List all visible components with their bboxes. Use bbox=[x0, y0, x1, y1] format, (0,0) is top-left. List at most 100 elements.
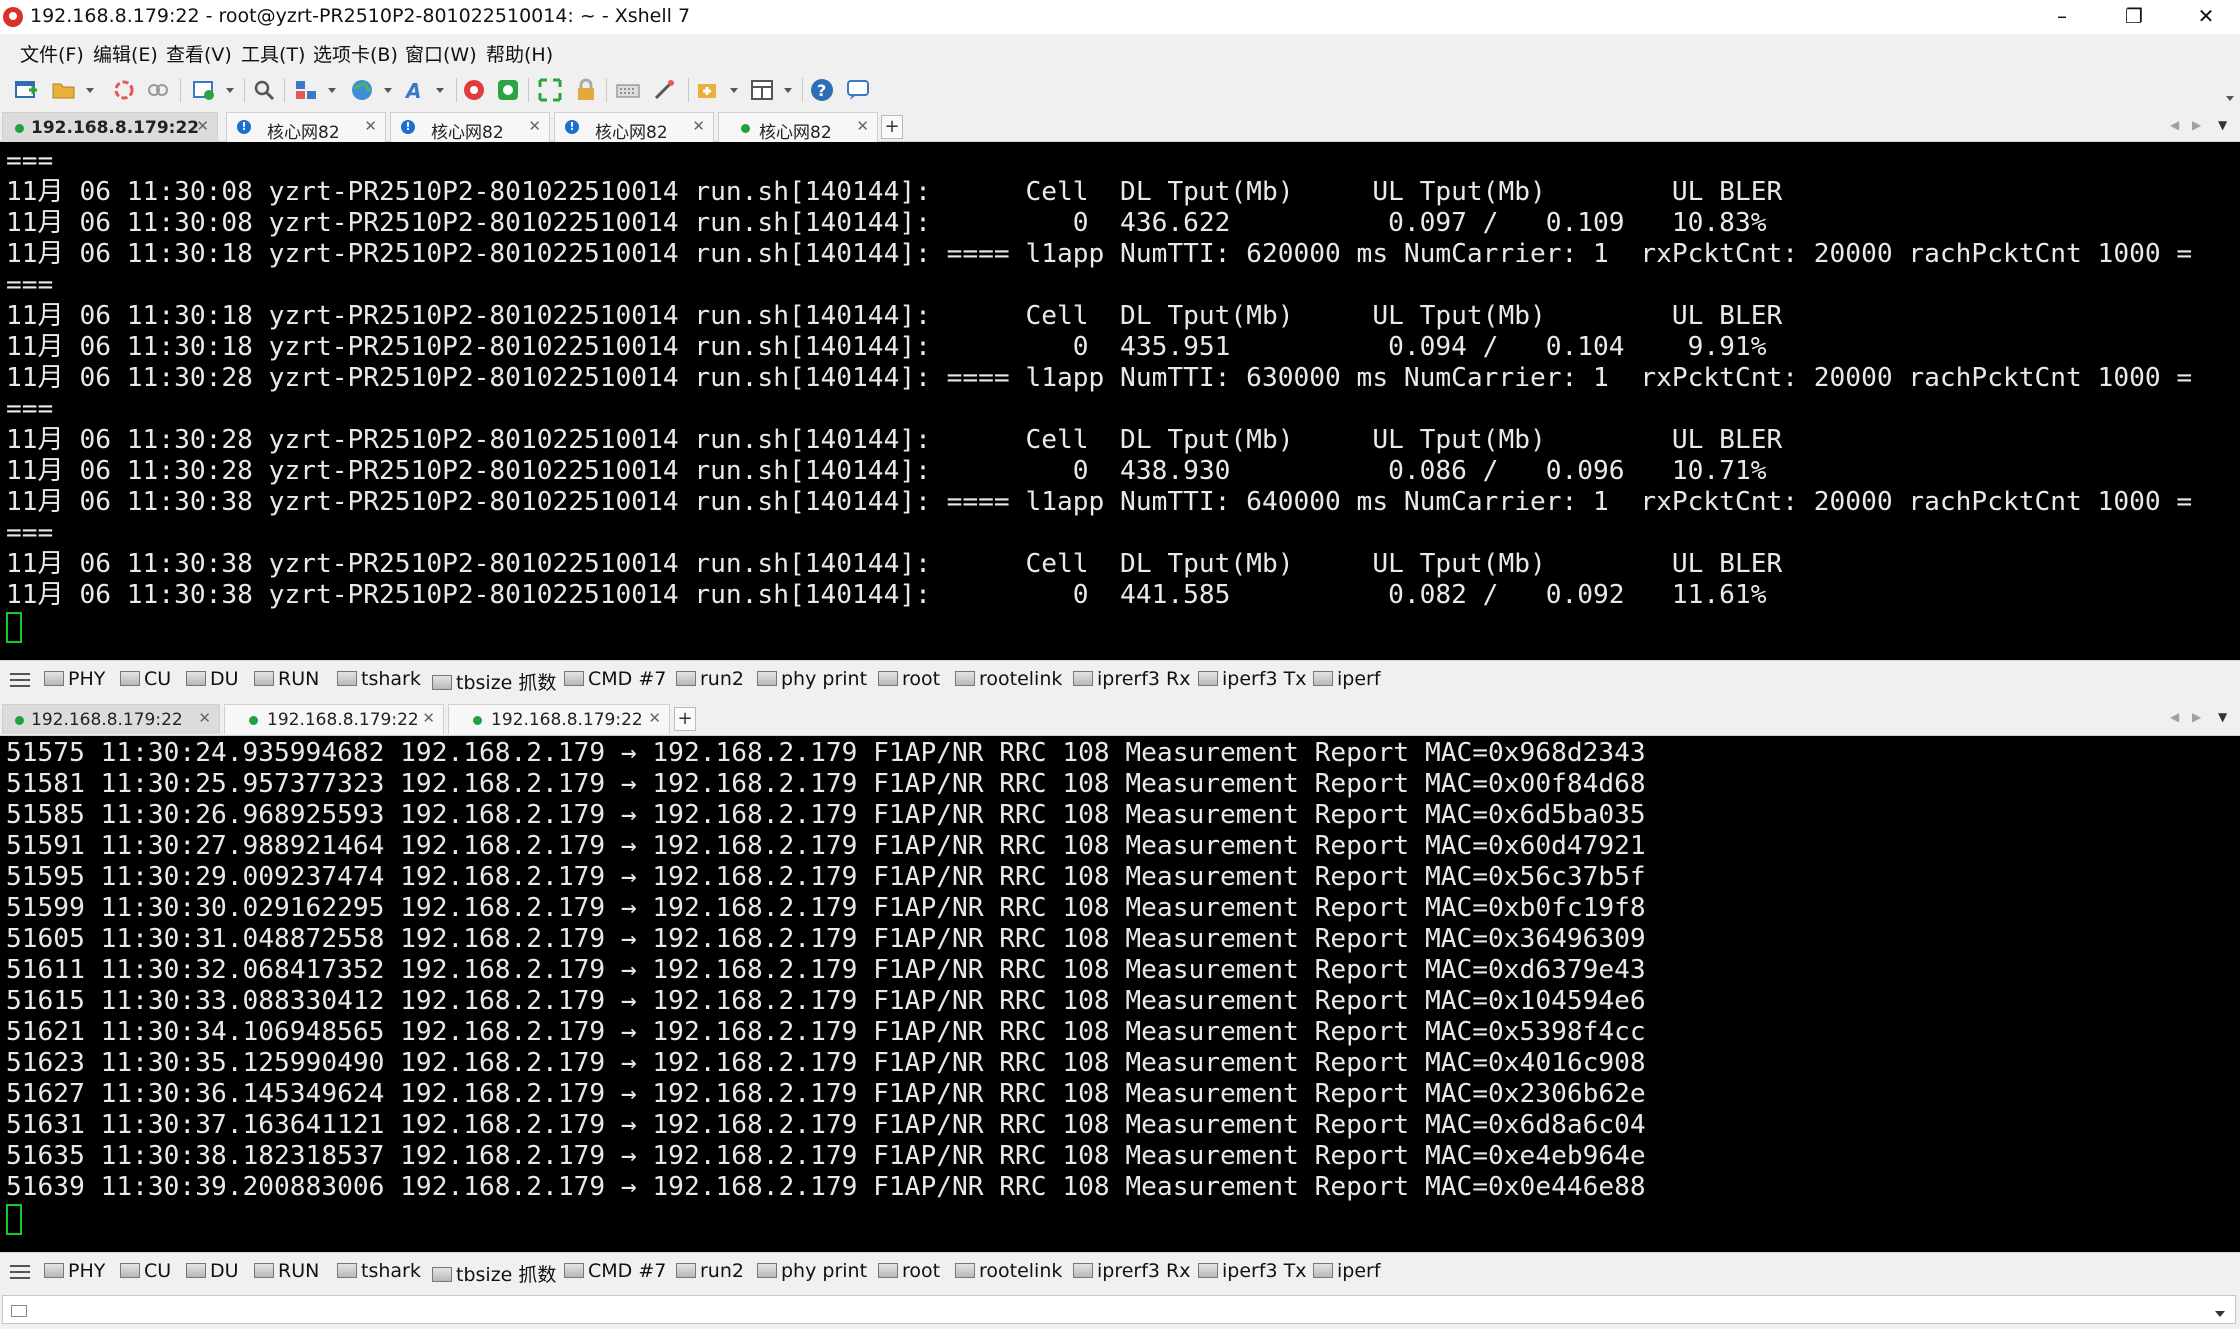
tab-close-icon[interactable]: ✕ bbox=[422, 709, 435, 727]
quick-command-phy[interactable]: PHY bbox=[44, 1260, 105, 1284]
quick-command-menu-icon[interactable] bbox=[10, 1265, 30, 1279]
globe-icon[interactable] bbox=[350, 78, 374, 102]
tab-core-82-4[interactable]: 核心网82 ✕ bbox=[718, 112, 878, 143]
keyboard-icon[interactable] bbox=[616, 78, 640, 102]
top-terminal[interactable]: === 11月 06 11:30:08 yzrt-PR2510P2-801022… bbox=[0, 142, 2240, 660]
quick-command-rootelink[interactable]: rootelink bbox=[955, 668, 1062, 692]
quick-command-run[interactable]: RUN bbox=[254, 668, 319, 692]
menu-file[interactable]: 文件(F) bbox=[20, 40, 84, 67]
new-tab-button[interactable]: + bbox=[881, 115, 903, 139]
layout-dropdown-icon[interactable] bbox=[784, 88, 792, 93]
properties-icon[interactable] bbox=[192, 78, 216, 102]
quick-command-run2[interactable]: run2 bbox=[676, 668, 744, 692]
quick-command-rootelink[interactable]: rootelink bbox=[955, 1260, 1062, 1284]
quick-command-tbsize[interactable]: tbsize 抓数 bbox=[432, 668, 556, 694]
tab-list-dropdown-icon[interactable]: ▼ bbox=[2218, 118, 2227, 132]
quick-command-iperf[interactable]: iperf bbox=[1313, 1260, 1381, 1284]
fullscreen-icon[interactable] bbox=[538, 78, 562, 102]
terminal-line: 11月 06 11:30:18 yzrt-PR2510P2-8010225100… bbox=[6, 332, 1767, 362]
quick-command-run[interactable]: RUN bbox=[254, 1260, 319, 1284]
compose-mode-icon[interactable] bbox=[11, 1305, 27, 1317]
new-session-icon[interactable] bbox=[14, 78, 38, 102]
quick-command-run2[interactable]: run2 bbox=[676, 1260, 744, 1284]
quick-command-phy-print[interactable]: phy print bbox=[757, 668, 867, 692]
tab-bottom-session-1[interactable]: 192.168.8.179:22 ✕ bbox=[2, 704, 220, 734]
quick-command-iprerf3-rx[interactable]: iprerf3 Rx bbox=[1073, 1260, 1191, 1284]
compose-input[interactable] bbox=[2, 1295, 2236, 1324]
tab-scroll-right-icon[interactable]: ▶ bbox=[2192, 710, 2201, 724]
tab-scroll-left-icon[interactable]: ◀ bbox=[2170, 710, 2179, 724]
tab-core-82-2[interactable]: ! 核心网82 ✕ bbox=[390, 112, 550, 143]
lock-icon[interactable] bbox=[574, 78, 598, 102]
font-icon[interactable]: A bbox=[404, 78, 428, 102]
open-folder-icon[interactable] bbox=[52, 78, 76, 102]
quick-command-tshark[interactable]: tshark bbox=[337, 668, 421, 692]
xmanager-icon[interactable] bbox=[496, 78, 520, 102]
quick-command-phy-print[interactable]: phy print bbox=[757, 1260, 867, 1284]
compose-dropdown-icon[interactable] bbox=[2215, 1311, 2225, 1317]
terminal-line: 11月 06 11:30:18 yzrt-PR2510P2-8010225100… bbox=[6, 239, 2193, 269]
disconnect-icon[interactable] bbox=[146, 78, 170, 102]
tab-close-icon[interactable]: ✕ bbox=[198, 709, 211, 727]
globe-dropdown-icon[interactable] bbox=[384, 88, 392, 93]
chat-icon[interactable] bbox=[846, 78, 870, 102]
transfer-dropdown-icon[interactable] bbox=[328, 88, 336, 93]
tab-core-82-3[interactable]: ! 核心网82 ✕ bbox=[554, 112, 714, 143]
bottom-terminal[interactable]: 51575 11:30:24.935994682 192.168.2.179 →… bbox=[0, 736, 2240, 1252]
quick-command-cmd7[interactable]: CMD #7 bbox=[564, 1260, 666, 1284]
tab-core-82-1[interactable]: ! 核心网82 ✕ bbox=[226, 112, 386, 143]
minimize-button[interactable]: – bbox=[2028, 0, 2096, 34]
layout-icon[interactable] bbox=[750, 78, 774, 102]
quick-command-iperf3-tx[interactable]: iperf3 Tx bbox=[1198, 668, 1307, 692]
script-icon[interactable] bbox=[652, 78, 676, 102]
quick-command-iprerf3-rx[interactable]: iprerf3 Rx bbox=[1073, 668, 1191, 692]
tab-bottom-session-3[interactable]: 192.168.8.179:22 ✕ bbox=[448, 704, 670, 734]
tab-bottom-session-2[interactable]: 192.168.8.179:22 ✕ bbox=[224, 704, 444, 734]
tab-session-1[interactable]: 192.168.8.179:22 ✕ bbox=[2, 112, 218, 142]
help-icon[interactable]: ? bbox=[810, 78, 834, 102]
quick-command-cu[interactable]: CU bbox=[120, 668, 171, 692]
quick-command-iperf3-tx[interactable]: iperf3 Tx bbox=[1198, 1260, 1307, 1284]
quick-command-menu-icon[interactable] bbox=[10, 673, 30, 687]
quick-command-tbsize[interactable]: tbsize 抓数 bbox=[432, 1260, 556, 1286]
properties-dropdown-icon[interactable] bbox=[226, 88, 234, 93]
tab-close-icon[interactable]: ✕ bbox=[648, 709, 661, 727]
terminal-cursor bbox=[6, 1204, 22, 1235]
tab-close-icon[interactable]: ✕ bbox=[856, 117, 869, 135]
search-icon[interactable] bbox=[252, 78, 276, 102]
reconnect-icon[interactable] bbox=[112, 78, 136, 102]
menu-help[interactable]: 帮助(H) bbox=[486, 40, 553, 67]
quick-command-iperf[interactable]: iperf bbox=[1313, 668, 1381, 692]
restore-button[interactable]: ❐ bbox=[2100, 0, 2168, 34]
transfer-icon[interactable] bbox=[294, 78, 318, 102]
quick-command-phy[interactable]: PHY bbox=[44, 668, 105, 692]
quick-command-tshark[interactable]: tshark bbox=[337, 1260, 421, 1284]
menu-edit[interactable]: 编辑(E) bbox=[93, 40, 158, 67]
quick-command-cu[interactable]: CU bbox=[120, 1260, 171, 1284]
quick-command-du[interactable]: DU bbox=[186, 668, 239, 692]
quick-command-du[interactable]: DU bbox=[186, 1260, 239, 1284]
menu-view[interactable]: 查看(V) bbox=[166, 40, 232, 67]
tab-close-icon[interactable]: ✕ bbox=[692, 117, 705, 135]
title-bar[interactable]: 192.168.8.179:22 - root@yzrt-PR2510P2-80… bbox=[0, 0, 2240, 34]
open-dropdown-icon[interactable] bbox=[86, 88, 94, 93]
close-button[interactable]: ✕ bbox=[2172, 0, 2240, 34]
quick-command-cmd7[interactable]: CMD #7 bbox=[564, 668, 666, 692]
tab-close-icon[interactable]: ✕ bbox=[364, 117, 377, 135]
tab-close-icon[interactable]: ✕ bbox=[196, 117, 209, 135]
quick-command-root[interactable]: root bbox=[878, 668, 940, 692]
add-panel-dropdown-icon[interactable] bbox=[730, 88, 738, 93]
toolbar-overflow-icon[interactable] bbox=[2226, 96, 2234, 101]
xftp-icon[interactable] bbox=[462, 78, 486, 102]
menu-tabs[interactable]: 选项卡(B) bbox=[313, 40, 398, 67]
menu-tools[interactable]: 工具(T) bbox=[241, 40, 305, 67]
add-panel-icon[interactable] bbox=[696, 78, 720, 102]
tab-list-dropdown-icon[interactable]: ▼ bbox=[2218, 710, 2227, 724]
quick-command-root[interactable]: root bbox=[878, 1260, 940, 1284]
new-tab-button[interactable]: + bbox=[674, 707, 696, 731]
font-dropdown-icon[interactable] bbox=[436, 88, 444, 93]
tab-scroll-right-icon[interactable]: ▶ bbox=[2192, 118, 2201, 132]
tab-close-icon[interactable]: ✕ bbox=[528, 117, 541, 135]
tab-scroll-left-icon[interactable]: ◀ bbox=[2170, 118, 2179, 132]
menu-window[interactable]: 窗口(W) bbox=[405, 40, 477, 67]
